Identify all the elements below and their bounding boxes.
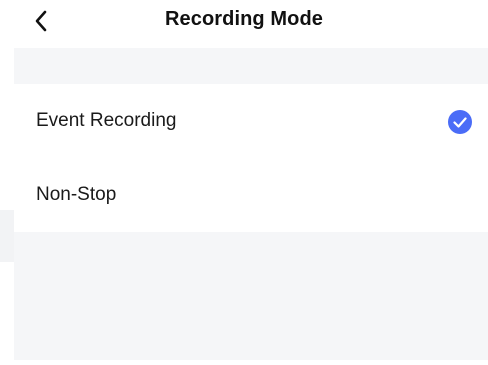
option-event-recording[interactable]: Event Recording <box>14 84 488 158</box>
option-label: Non-Stop <box>36 184 117 205</box>
recording-mode-screen: Recording Mode Event Recording Non-Stop <box>0 0 488 365</box>
section-spacer <box>14 48 488 84</box>
option-label: Event Recording <box>36 110 177 131</box>
option-non-stop[interactable]: Non-Stop <box>14 158 488 232</box>
bottom-spacer <box>14 232 488 360</box>
page-title: Recording Mode <box>164 8 324 30</box>
header-bar: Recording Mode <box>0 0 488 46</box>
check-circle-icon <box>448 110 472 134</box>
recording-mode-options: Event Recording Non-Stop <box>14 84 488 232</box>
edge-strip <box>0 210 14 262</box>
